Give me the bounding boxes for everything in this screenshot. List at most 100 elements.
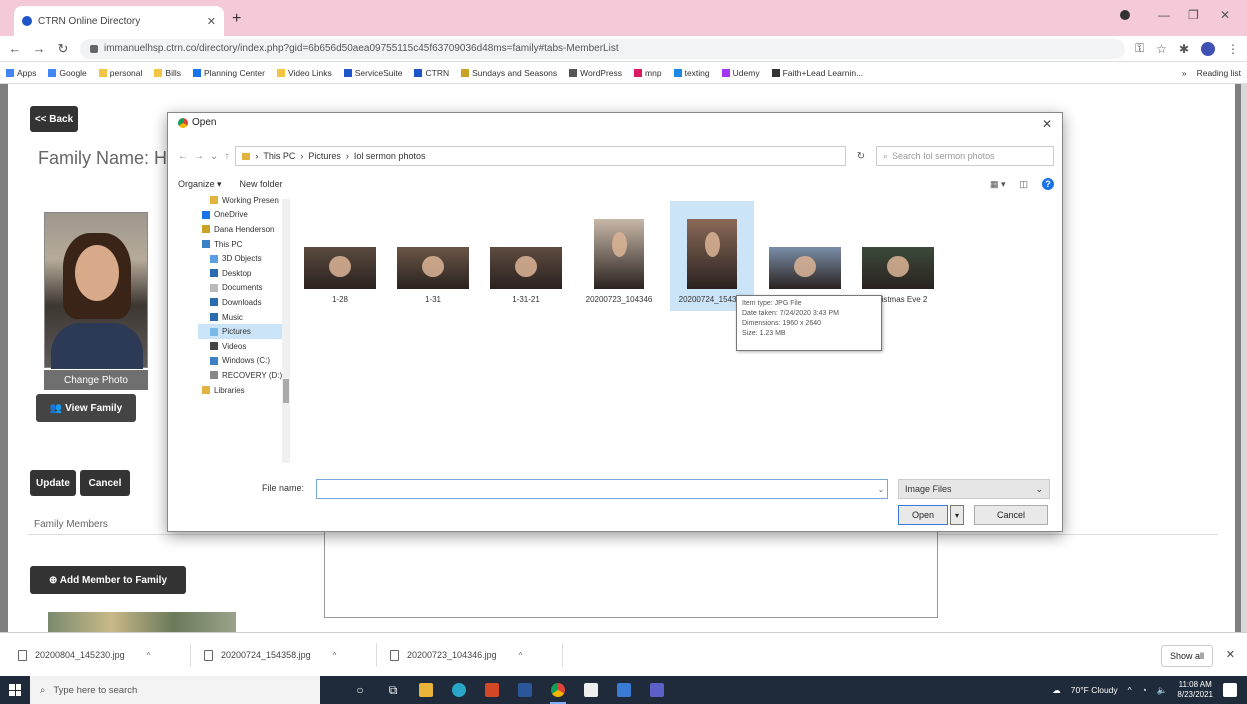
weather-icon[interactable]: ☁ bbox=[1052, 685, 1061, 696]
bookmark-item[interactable]: Video Links bbox=[276, 68, 332, 78]
nav-pane-scrollbar[interactable] bbox=[282, 199, 290, 463]
download-options-icon[interactable]: ^ bbox=[519, 651, 523, 660]
open-options-dropdown-icon[interactable]: ▾ bbox=[950, 505, 964, 525]
dialog-close-icon[interactable]: ✕ bbox=[1042, 117, 1052, 131]
breadcrumb-sermon-photos[interactable]: Iol sermon photos bbox=[354, 151, 426, 161]
star-icon[interactable]: ☆ bbox=[1156, 42, 1167, 56]
back-arrow-icon[interactable]: ← bbox=[178, 151, 188, 162]
nav-item[interactable]: This PC bbox=[198, 237, 290, 252]
organize-menu[interactable]: Organize ▾ bbox=[178, 179, 222, 190]
nav-item[interactable]: Working Presen bbox=[198, 193, 290, 208]
file-name-input[interactable] bbox=[316, 479, 888, 499]
notes-textarea[interactable] bbox=[324, 522, 938, 618]
taskbar-search-box[interactable]: ⌕ Type here to search bbox=[30, 676, 320, 704]
preview-pane-icon[interactable]: ◫ bbox=[1019, 179, 1028, 190]
window-close-icon[interactable]: ✕ bbox=[1220, 8, 1230, 22]
tab-close-icon[interactable]: ✕ bbox=[207, 15, 216, 28]
nav-item[interactable]: Desktop bbox=[198, 266, 290, 281]
new-folder-button[interactable]: New folder bbox=[240, 179, 283, 189]
download-item[interactable]: 20200724_154358.jpg ^ bbox=[204, 645, 336, 665]
back-button[interactable]: << Back bbox=[30, 106, 78, 132]
bookmark-item[interactable]: Sundays and Seasons bbox=[461, 68, 557, 78]
bookmark-item[interactable]: Faith+Lead Learnin... bbox=[771, 68, 863, 78]
bookmark-item[interactable]: Udemy bbox=[721, 68, 760, 78]
bookmark-item[interactable]: Planning Center bbox=[193, 68, 265, 78]
change-photo-button[interactable]: Change Photo bbox=[44, 370, 148, 390]
file-item[interactable]: 1-31 bbox=[391, 201, 475, 311]
tray-chevron-icon[interactable]: ^ bbox=[1128, 685, 1132, 695]
nav-item[interactable]: Documents bbox=[198, 281, 290, 296]
volume-icon[interactable]: 🔈 bbox=[1157, 685, 1168, 696]
file-item[interactable]: 20200723_104346 bbox=[577, 201, 661, 311]
file-item[interactable]: 1-31-21 bbox=[484, 201, 568, 311]
teams-icon[interactable] bbox=[647, 680, 667, 700]
breadcrumb-pictures[interactable]: Pictures bbox=[308, 151, 341, 161]
minimize-icon[interactable]: — bbox=[1158, 8, 1170, 22]
task-view-icon[interactable]: ⧉ bbox=[383, 680, 403, 700]
start-button[interactable] bbox=[0, 676, 30, 704]
up-arrow-icon[interactable]: ↑ bbox=[224, 151, 229, 162]
download-options-icon[interactable]: ^ bbox=[333, 651, 337, 660]
new-tab-icon[interactable]: + bbox=[232, 10, 241, 28]
bookmark-item[interactable]: Google bbox=[48, 68, 87, 78]
open-button[interactable]: Open bbox=[898, 505, 948, 525]
downloads-close-icon[interactable]: ✕ bbox=[1226, 648, 1235, 661]
nav-item[interactable]: Libraries bbox=[198, 383, 290, 398]
maximize-icon[interactable]: ❐ bbox=[1188, 8, 1199, 22]
download-options-icon[interactable]: ^ bbox=[147, 651, 151, 660]
mail-icon[interactable] bbox=[614, 680, 634, 700]
download-item[interactable]: 20200723_104346.jpg ^ bbox=[390, 645, 522, 665]
edge-icon[interactable] bbox=[449, 680, 469, 700]
cortana-icon[interactable]: ○ bbox=[350, 680, 370, 700]
nav-item[interactable]: Downloads bbox=[198, 295, 290, 310]
view-options-icon[interactable]: ▦ ▾ bbox=[990, 179, 1006, 190]
nav-item[interactable]: Music bbox=[198, 310, 290, 325]
menu-dots-icon[interactable]: ⋮ bbox=[1227, 42, 1239, 56]
browser-tab[interactable]: CTRN Online Directory ✕ bbox=[14, 6, 224, 36]
dialog-cancel-button[interactable]: Cancel bbox=[974, 505, 1048, 525]
bookmark-item[interactable]: Apps bbox=[6, 68, 36, 78]
network-icon[interactable]: ◔ bbox=[1142, 685, 1147, 695]
show-all-downloads-button[interactable]: Show all bbox=[1160, 645, 1213, 667]
reload-icon[interactable]: ↻ bbox=[56, 41, 70, 57]
download-item[interactable]: 20200804_145230.jpg ^ bbox=[18, 645, 150, 665]
refresh-icon[interactable]: ↻ bbox=[852, 151, 870, 162]
nav-item[interactable]: Dana Henderson bbox=[198, 222, 290, 237]
clock[interactable]: 11:08 AM 8/23/2021 bbox=[1177, 680, 1213, 700]
file-item[interactable]: 1-28 bbox=[298, 201, 382, 311]
page-scrollbar[interactable] bbox=[1241, 84, 1247, 632]
file-name-dropdown-icon[interactable]: ⌄ bbox=[874, 479, 888, 499]
back-arrow-icon[interactable]: ← bbox=[8, 41, 22, 56]
file-type-select[interactable]: Image Files ⌄ bbox=[898, 479, 1050, 499]
profile-icon[interactable] bbox=[1120, 10, 1130, 20]
forward-arrow-icon[interactable]: → bbox=[32, 41, 46, 56]
bookmark-item[interactable]: Bills bbox=[154, 68, 181, 78]
key-icon[interactable]: ⚿ bbox=[1135, 41, 1144, 56]
bookmark-item[interactable]: texting bbox=[673, 68, 710, 78]
nav-item[interactable]: Windows (C:) bbox=[198, 354, 290, 369]
store-icon[interactable] bbox=[581, 680, 601, 700]
word-icon[interactable] bbox=[515, 680, 535, 700]
reading-list-button[interactable]: Reading list bbox=[1197, 68, 1241, 78]
notifications-icon[interactable] bbox=[1223, 683, 1237, 697]
folder-search-input[interactable]: ⌕ Search Iol sermon photos bbox=[876, 146, 1054, 166]
nav-item[interactable]: RECOVERY (D:) bbox=[198, 368, 290, 383]
breadcrumb-this-pc[interactable]: This PC bbox=[263, 151, 295, 161]
view-family-button[interactable]: 👥 View Family bbox=[50, 403, 122, 414]
cancel-button[interactable]: Cancel bbox=[80, 470, 130, 496]
weather-text[interactable]: 70°F Cloudy bbox=[1071, 685, 1118, 695]
nav-item[interactable]: 3D Objects bbox=[198, 251, 290, 266]
powerpoint-icon[interactable] bbox=[482, 680, 502, 700]
bookmark-item[interactable]: WordPress bbox=[569, 68, 622, 78]
more-bookmarks-button[interactable]: » bbox=[1182, 68, 1187, 78]
extensions-icon[interactable]: ✱ bbox=[1179, 42, 1189, 56]
bookmark-item[interactable]: ServiceSuite bbox=[343, 68, 402, 78]
file-explorer-icon[interactable] bbox=[416, 680, 436, 700]
help-icon[interactable]: ? bbox=[1042, 178, 1054, 190]
bookmark-item[interactable]: personal bbox=[98, 68, 142, 78]
nav-item[interactable]: Pictures bbox=[198, 324, 290, 339]
recent-dropdown-icon[interactable]: ⌄ bbox=[210, 151, 218, 162]
bookmark-item[interactable]: CTRN bbox=[414, 68, 449, 78]
update-button[interactable]: Update bbox=[30, 470, 76, 496]
chrome-taskbar-icon[interactable] bbox=[548, 680, 568, 704]
